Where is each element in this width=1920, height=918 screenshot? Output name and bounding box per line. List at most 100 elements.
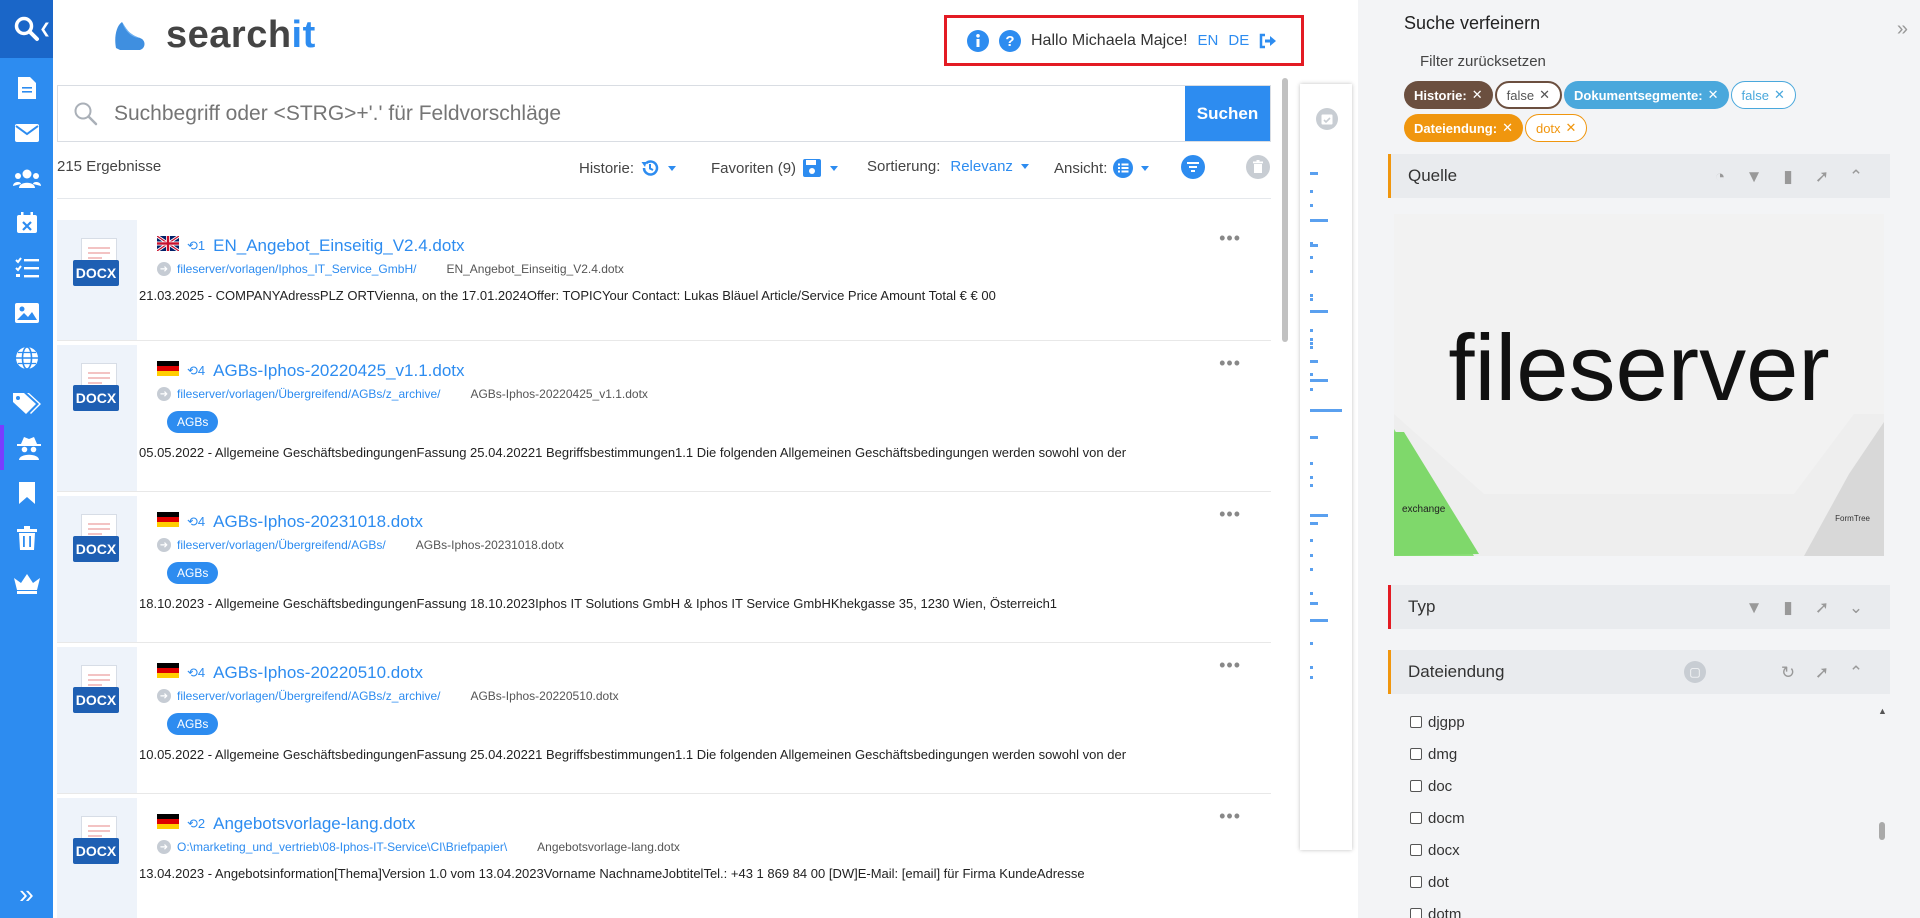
checkbox[interactable] [1410,748,1422,760]
external-link-icon[interactable]: ➚ [1810,662,1834,684]
calendar-check-icon[interactable] [1316,108,1338,130]
pie-chart-icon[interactable]: ◔ [1708,166,1732,188]
version-history-link[interactable]: ⟲1 [187,238,205,254]
extension-option[interactable]: dmg [1410,738,1880,770]
folder-icon[interactable]: ▮ [1776,166,1800,188]
external-link-icon[interactable]: ➚ [1810,166,1834,188]
search-input[interactable] [58,86,1185,141]
facet-quelle[interactable]: Quelle ◔ ▼ ▮ ➚ ⌃ [1388,154,1890,198]
favorites-control[interactable]: Favoriten (9) [711,158,839,178]
scrollbar-thumb[interactable] [1282,78,1288,342]
close-icon[interactable]: ✕ [1774,87,1785,103]
filter-chip[interactable]: Dokumentsegmente: ✕ [1564,81,1729,109]
result-title[interactable]: AGBs-Iphos-20231018.dotx [213,512,423,532]
result-thumbnail[interactable]: DOCX [57,220,137,340]
search-button[interactable]: Suchen [1185,86,1270,141]
filter-chip[interactable]: dotx ✕ [1524,114,1588,142]
result-path[interactable]: fileserver/vorlagen/Übergreifend/AGBs/z_… [177,387,440,401]
more-options-icon[interactable]: ••• [1219,504,1241,525]
facet-dateiendung[interactable]: Dateiendung ▢ ↻ ➚ ⌃ [1388,650,1890,694]
chevron-down-icon[interactable]: ⌄ [1844,597,1868,619]
extension-option[interactable]: docx [1410,834,1880,866]
filter-chip[interactable]: Historie: ✕ [1404,81,1493,109]
version-history-link[interactable]: ⟲2 [187,816,205,832]
extension-option[interactable]: djgpp [1410,706,1880,738]
more-options-icon[interactable]: ••• [1219,655,1241,676]
checkbox[interactable] [1410,844,1422,856]
result-title[interactable]: AGBs-Iphos-20220510.dotx [213,663,423,683]
nav-item-tasks[interactable] [0,245,53,290]
result-item[interactable]: DOCX ⟲2 Angebotsvorlage-lang.dotx ➜ O:\m… [57,798,1271,918]
result-item[interactable]: DOCX ⟲4 AGBs-Iphos-20231018.dotx ➜ files… [57,496,1271,643]
nav-item-globe[interactable] [0,335,53,380]
results-scrollbar[interactable] [1281,72,1289,918]
chevron-up-icon[interactable]: ⌃ [1844,166,1868,188]
checkbox[interactable] [1410,908,1422,918]
result-thumbnail[interactable]: DOCX [57,798,137,918]
result-thumbnail[interactable]: DOCX [57,345,137,491]
nav-item-spy[interactable] [0,425,53,470]
extension-option[interactable]: docm [1410,802,1880,834]
filter-chip[interactable]: false ✕ [1494,81,1563,109]
nav-item-image[interactable] [0,290,53,335]
extension-option[interactable]: dot [1410,866,1880,898]
nav-item-crown[interactable] [0,560,53,605]
filter-list-button[interactable] [1181,155,1205,179]
sort-control[interactable]: Sortierung: Relevanz [867,158,1029,175]
result-path[interactable]: fileserver/vorlagen/Iphos_IT_Service_Gmb… [177,262,416,276]
nav-expand-button[interactable]: » [0,879,53,910]
external-link-icon[interactable]: ➚ [1810,597,1834,619]
nav-item-tags[interactable] [0,380,53,425]
result-item[interactable]: DOCX ⟲1 EN_Angebot_Einseitig_V2.4.dotx ➜… [57,220,1271,341]
info-icon[interactable] [967,29,989,52]
trash-icon[interactable]: ▢ [1684,661,1706,683]
nav-item-bookmark[interactable] [0,470,53,515]
close-icon[interactable]: ✕ [1502,120,1513,136]
logout-icon[interactable] [1259,33,1277,49]
extension-option[interactable]: doc [1410,770,1880,802]
result-badge[interactable]: AGBs [167,411,219,433]
lang-en-link[interactable]: EN [1198,32,1219,49]
result-title[interactable]: AGBs-Iphos-20220425_v1.1.dotx [213,361,464,381]
nav-item-document[interactable] [0,65,53,110]
close-icon[interactable]: ✕ [1708,87,1719,103]
checkbox[interactable] [1410,780,1422,792]
collapse-panel-icon[interactable]: » [1897,18,1908,41]
version-history-link[interactable]: ⟲4 [187,665,205,681]
reset-filters-link[interactable]: Filter zurücksetzen [1420,53,1546,70]
filter-icon[interactable]: ▼ [1742,597,1766,619]
result-title[interactable]: Angebotsvorlage-lang.dotx [213,814,415,834]
source-chart[interactable]: fileserver exchange FormTree [1394,214,1884,556]
filter-chip[interactable]: false ✕ [1730,81,1796,109]
result-minimap[interactable] [1300,84,1352,850]
nav-item-users[interactable] [0,155,53,200]
facet-typ[interactable]: Typ ▼ ▮ ➚ ⌄ [1388,585,1890,629]
result-thumbnail[interactable]: DOCX [57,496,137,642]
version-history-link[interactable]: ⟲4 [187,363,205,379]
scrollbar-thumb[interactable] [1879,822,1885,840]
more-options-icon[interactable]: ••• [1219,353,1241,374]
checkbox[interactable] [1410,716,1422,728]
result-path[interactable]: fileserver/vorlagen/Übergreifend/AGBs/z_… [177,689,440,703]
result-item[interactable]: DOCX ⟲4 AGBs-Iphos-20220425_v1.1.dotx ➜ … [57,345,1271,492]
refresh-icon[interactable]: ↻ [1776,662,1800,684]
result-item[interactable]: DOCX ⟲4 AGBs-Iphos-20220510.dotx ➜ files… [57,647,1271,794]
close-icon[interactable]: ✕ [1472,87,1483,103]
close-icon[interactable]: ✕ [1566,120,1577,136]
checkbox[interactable] [1410,812,1422,824]
more-options-icon[interactable]: ••• [1219,228,1241,249]
more-options-icon[interactable]: ••• [1219,806,1241,827]
result-thumbnail[interactable]: DOCX [57,647,137,793]
result-badge[interactable]: AGBs [167,562,219,584]
nav-item-trash[interactable] [0,515,53,560]
nav-search-toggle[interactable]: ❮ [0,0,53,58]
version-history-link[interactable]: ⟲4 [187,514,205,530]
close-icon[interactable]: ✕ [1539,87,1550,103]
help-icon[interactable]: ? [999,29,1021,52]
result-path[interactable]: O:\marketing_und_vertrieb\08-Iphos-IT-Se… [177,840,507,854]
extension-scrollbar[interactable]: ▲ [1878,706,1887,918]
scroll-up-icon[interactable]: ▲ [1878,706,1887,716]
folder-icon[interactable]: ▮ [1776,597,1800,619]
clear-results-button[interactable] [1246,155,1270,179]
checkbox[interactable] [1410,876,1422,888]
